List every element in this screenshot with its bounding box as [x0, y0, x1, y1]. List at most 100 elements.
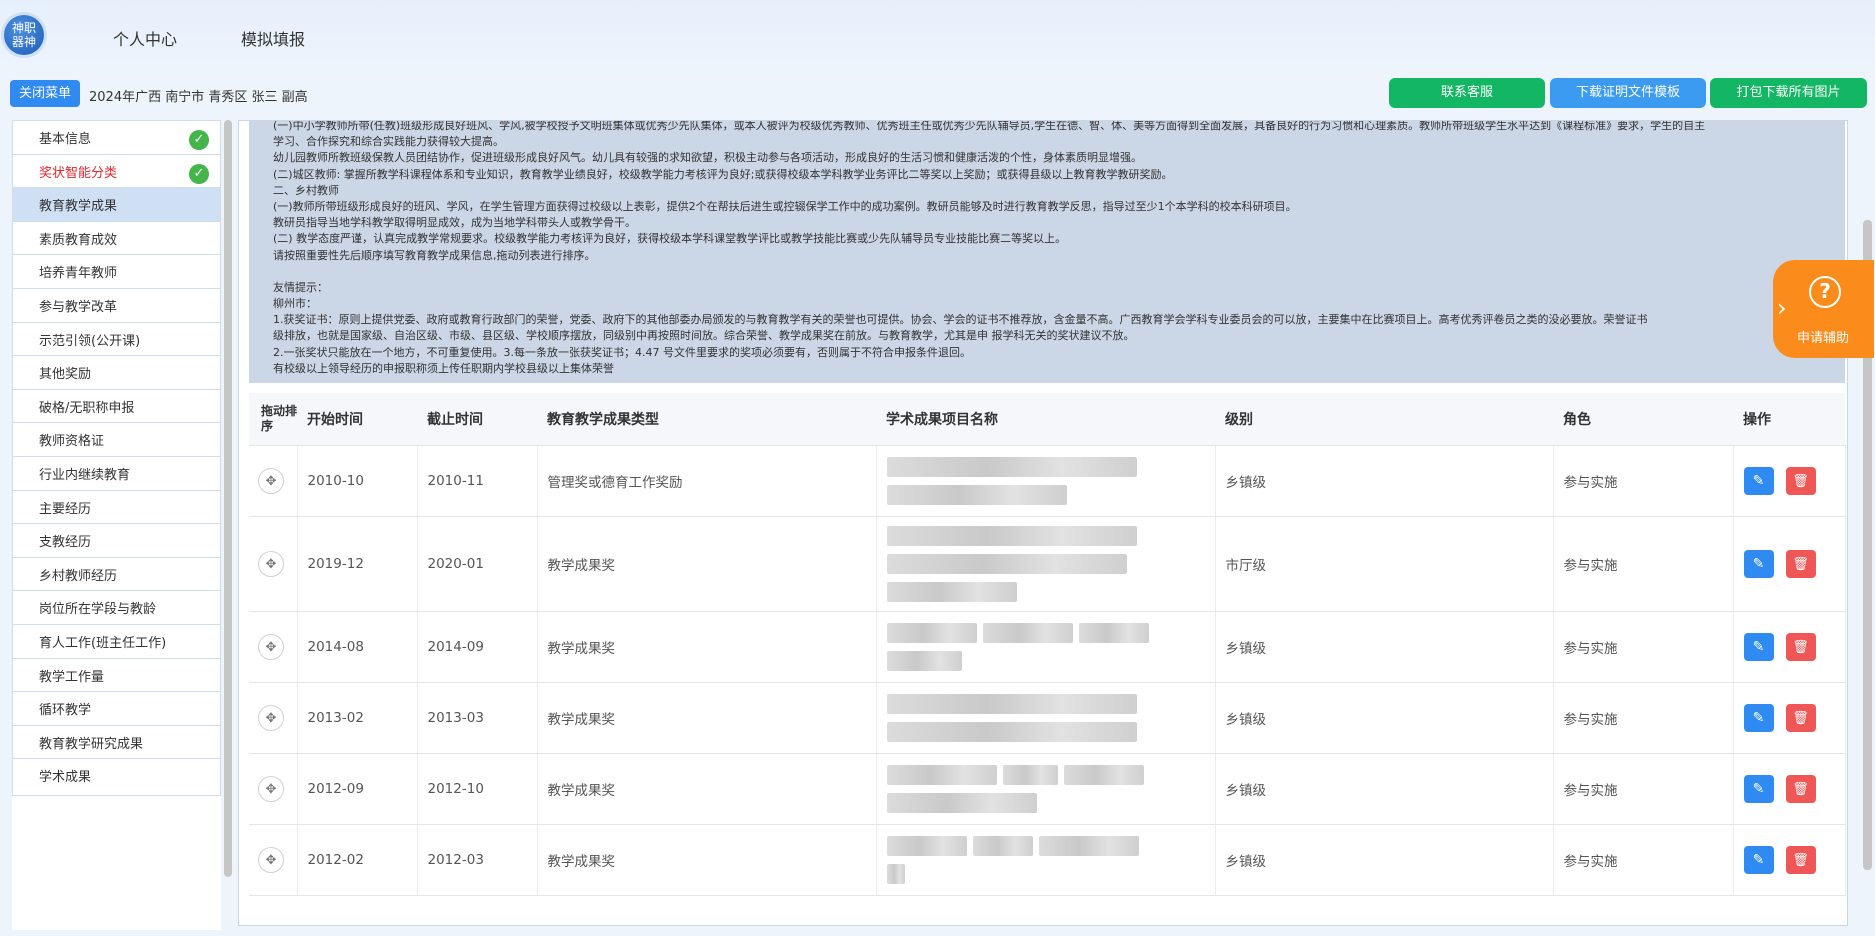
role-cell: 参与实施: [1553, 753, 1734, 825]
sidebar-item-6[interactable]: 示范引领(公开课): [12, 321, 221, 360]
notice-line: [273, 264, 1835, 280]
pencil-icon[interactable]: ✎: [1743, 703, 1774, 732]
table-row[interactable]: ✥ 2012-09 2012-10 教学成果奖 乡镇级 参与实施 ✎ 🗑: [249, 753, 1846, 825]
contact-service-button[interactable]: 联系客服: [1389, 78, 1545, 108]
sidebar-item-label: 素质教育成效: [39, 232, 118, 248]
notice-line: (一)中小学教师所带(任教)班级形成良好班风、学风,被学校授予文明班集体或优秀少…: [273, 121, 1706, 132]
sidebar-item-9[interactable]: 教师资格证: [12, 422, 221, 461]
nav-personal-center[interactable]: 个人中心: [113, 26, 177, 50]
pencil-icon[interactable]: ✎: [1743, 774, 1774, 803]
table-row[interactable]: ✥ 2010-10 2010-11 管理奖或德育工作奖励 乡镇级 参与实施 ✎ 🗑: [249, 445, 1846, 517]
end-time-cell: 2012-03: [417, 824, 538, 896]
sidebar-item-5[interactable]: 参与教学改革: [12, 288, 221, 326]
start-time-cell: 2019-12: [297, 516, 418, 612]
sidebar-item-label: 教育教学成果: [39, 199, 118, 215]
achievement-type-cell: 教学成果奖: [537, 611, 877, 683]
download-all-images-button[interactable]: 打包下载所有图片: [1710, 78, 1867, 108]
sidebar-item-15[interactable]: 育人工作(班主任工作): [12, 624, 221, 662]
trash-icon[interactable]: 🗑: [1785, 633, 1816, 662]
move-icon[interactable]: ✥: [258, 551, 284, 577]
sidebar-item-label: 奖状智能分类: [39, 165, 118, 181]
sidebar-item-17[interactable]: 循环教学: [12, 691, 221, 730]
role-cell: 参与实施: [1553, 611, 1734, 683]
sidebar-item-label: 教育教学研究成果: [39, 736, 144, 752]
level-cell: 乡镇级: [1215, 753, 1554, 825]
table-row[interactable]: ✥ 2013-02 2013-03 教学成果奖 乡镇级 参与实施 ✎ 🗑: [249, 682, 1846, 754]
sidebar-item-label: 基本信息: [39, 132, 92, 147]
sidebar-item-14[interactable]: 岗位所在学段与教龄: [12, 590, 221, 629]
sidebar-item-18[interactable]: 教育教学研究成果: [12, 724, 221, 763]
close-menu-button[interactable]: 关闭菜单: [10, 80, 81, 107]
role-cell: 参与实施: [1553, 824, 1734, 896]
col-end-time: 截止时间: [417, 393, 537, 446]
chevron-right-icon: ›: [1777, 294, 1787, 322]
download-template-button[interactable]: 下载证明文件模板: [1550, 78, 1706, 108]
table-row[interactable]: ✥ 2014-08 2014-09 教学成果奖 乡镇级 参与实施 ✎ 🗑: [249, 611, 1846, 683]
pencil-icon[interactable]: ✎: [1743, 466, 1774, 495]
notice-line: 1.获奖证书：原则上提供党委、政府或教育行政部门的荣誉，党委、政府下的其他部委办…: [273, 313, 1648, 327]
trash-icon[interactable]: 🗑: [1785, 550, 1816, 579]
start-time-cell: 2010-10: [297, 445, 418, 517]
notice-line: 教研员指导当地学科教学取得明显成效，成为当地学科带头人或教学骨干。: [273, 216, 636, 230]
table-row[interactable]: ✥ 2019-12 2020-01 教学成果奖 市厅级 参与实施 ✎ 🗑: [249, 516, 1846, 612]
move-icon[interactable]: ✥: [258, 634, 284, 660]
notice-text: (一)中小学教师所带(任教)班级形成良好班风、学风,被学校授予文明班集体或优秀少…: [273, 121, 1835, 377]
sidebar-item-1[interactable]: 奖状智能分类 ✓: [12, 153, 221, 192]
project-name-cell: [876, 824, 1216, 896]
redacted-text: [886, 834, 1215, 886]
apply-assist-label: 申请辅助: [1797, 331, 1850, 346]
sidebar-scrollbar[interactable]: [224, 120, 232, 877]
drag-cell: ✥: [249, 611, 298, 683]
apply-assist-button[interactable]: › ? 申请辅助: [1773, 260, 1874, 358]
sidebar-item-19[interactable]: 学术成果: [12, 758, 221, 797]
pencil-icon[interactable]: ✎: [1743, 845, 1774, 874]
sidebar-item-12[interactable]: 支教经历: [12, 523, 221, 562]
sidebar-item-label: 育人工作(班主任工作): [39, 636, 167, 651]
sidebar-item-0[interactable]: 基本信息 ✓: [12, 120, 221, 158]
nav-simulated-filing[interactable]: 模拟填报: [241, 26, 305, 50]
notice-line: 柳州市：: [273, 297, 317, 311]
notice-line: (一)教师所带班级形成良好的班风、学风，在学生管理方面获得过校级以上表彰，提供2…: [273, 199, 1297, 213]
trash-icon[interactable]: 🗑: [1785, 775, 1816, 804]
pencil-icon[interactable]: ✎: [1743, 549, 1774, 578]
notice-line: 二、乡村教师: [273, 183, 339, 197]
sidebar-item-16[interactable]: 教学工作量: [12, 657, 221, 696]
app-logo[interactable]: 神职器神: [4, 15, 44, 55]
move-icon[interactable]: ✥: [258, 468, 284, 494]
sidebar-item-7[interactable]: 其他奖励: [12, 355, 221, 394]
sidebar-item-11[interactable]: 主要经历: [12, 489, 221, 528]
sidebar-item-10[interactable]: 行业内继续教育: [12, 456, 221, 494]
main-panel: (一)中小学教师所带(任教)班级形成良好班风、学风,被学校授予文明班集体或优秀少…: [238, 120, 1848, 926]
table-row[interactable]: ✥ 2012-02 2012-03 教学成果奖 乡镇级 参与实施 ✎ 🗑: [249, 824, 1846, 896]
notice-line: 学习、合作探究和综合实践能力获得较大提高。: [273, 135, 504, 149]
move-icon[interactable]: ✥: [258, 705, 284, 731]
project-name-cell: [876, 445, 1216, 517]
sidebar-item-2[interactable]: 教育教学成果: [12, 187, 221, 226]
drag-cell: ✥: [249, 753, 298, 825]
sidebar-item-13[interactable]: 乡村教师经历: [12, 556, 221, 595]
role-cell: 参与实施: [1553, 682, 1734, 754]
trash-icon[interactable]: 🗑: [1785, 846, 1816, 875]
start-time-cell: 2014-08: [297, 611, 418, 683]
move-icon[interactable]: ✥: [258, 776, 284, 802]
col-achievement-type: 教育教学成果类型: [537, 393, 876, 446]
sidebar-item-4[interactable]: 培养青年教师: [12, 254, 221, 293]
achievement-type-cell: 教学成果奖: [537, 516, 877, 612]
move-icon[interactable]: ✥: [258, 847, 284, 873]
sidebar-item-8[interactable]: 破格/无职称申报: [12, 388, 221, 427]
actions-cell: ✎ 🗑: [1733, 611, 1846, 683]
pencil-icon[interactable]: ✎: [1743, 632, 1774, 661]
drag-cell: ✥: [249, 516, 298, 612]
level-cell: 乡镇级: [1215, 445, 1554, 517]
breadcrumb: 2024年广西 南宁市 青秀区 张三 副高: [89, 90, 308, 105]
trash-icon[interactable]: 🗑: [1785, 704, 1816, 733]
trash-icon[interactable]: 🗑: [1785, 467, 1816, 496]
sidebar-item-3[interactable]: 素质教育成效: [12, 220, 221, 259]
col-actions: 操作: [1733, 393, 1845, 446]
redacted-text: [886, 524, 1215, 604]
col-level: 级别: [1215, 393, 1553, 446]
actions-cell: ✎ 🗑: [1733, 824, 1846, 896]
notice-line: 有校级以上领导经历的申报职称须上传任职期内学校县级以上集体荣誉: [273, 361, 614, 375]
sidebar-item-label: 学术成果: [39, 770, 92, 786]
project-name-cell: [876, 682, 1216, 754]
